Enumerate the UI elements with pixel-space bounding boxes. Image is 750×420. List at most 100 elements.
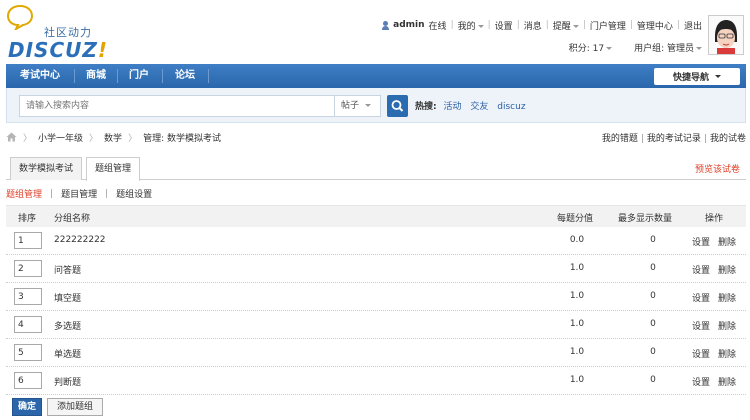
group-name: 222222222 bbox=[54, 235, 106, 245]
chevron-down-icon bbox=[606, 47, 613, 50]
group-name: 问答题 bbox=[54, 266, 82, 276]
hot-search-link[interactable]: 交友 bbox=[470, 102, 488, 112]
divider bbox=[162, 69, 163, 83]
divider: | bbox=[676, 20, 680, 30]
my-papers-link[interactable]: 我的试卷 bbox=[710, 134, 746, 144]
portal-admin-link[interactable]: 门户管理 bbox=[590, 19, 626, 32]
subnav-question-management[interactable]: 题目管理 bbox=[61, 187, 97, 200]
nav-item-shop[interactable]: 商城 bbox=[76, 64, 116, 88]
group-name: 多选题 bbox=[54, 322, 82, 332]
my-exam-links: 我的错题 | 我的考试记录 | 我的试卷 bbox=[602, 131, 746, 144]
order-input[interactable] bbox=[14, 260, 42, 277]
divider: | bbox=[703, 134, 707, 144]
chevron-down-icon bbox=[715, 75, 721, 78]
my-wrong-questions-link[interactable]: 我的错题 bbox=[602, 134, 638, 144]
subnav-group-settings[interactable]: 题组设置 bbox=[116, 187, 152, 200]
main-nav: 考试中心 商城 门户 论坛 快捷导航 bbox=[6, 64, 746, 88]
search-type-select[interactable]: 帖子 bbox=[335, 95, 381, 117]
max-display-count: 0 bbox=[650, 291, 656, 301]
divider: | bbox=[640, 134, 644, 144]
settings-link[interactable]: 设置 bbox=[692, 291, 710, 304]
tab-math-mock-exam[interactable]: 数学模拟考试 bbox=[10, 157, 83, 180]
score-per-question: 1.0 bbox=[569, 291, 585, 301]
table-row: 222222222 0.0 0 设置 删除 bbox=[6, 227, 746, 255]
settings-link[interactable]: 设置 bbox=[692, 235, 710, 248]
nav-item-portal[interactable]: 门户 bbox=[119, 64, 159, 88]
divider bbox=[117, 69, 118, 83]
column-header-score: 每题分值 bbox=[557, 214, 594, 224]
divider bbox=[208, 69, 209, 83]
search-input[interactable] bbox=[19, 95, 335, 117]
usergroup-menu[interactable]: 用户组: 管理员 bbox=[634, 41, 702, 54]
table-row: 填空题 1.0 0 设置 删除 bbox=[6, 283, 746, 311]
breadcrumb-subject[interactable]: 数学 bbox=[104, 131, 122, 144]
max-display-count: 0 bbox=[650, 375, 656, 385]
column-header-name: 分组名称 bbox=[54, 214, 91, 224]
logo-bubble-icon bbox=[6, 4, 34, 30]
reminders-menu[interactable]: 提醒 bbox=[553, 19, 579, 32]
table-row: 单选题 1.0 0 设置 删除 bbox=[6, 339, 746, 367]
score-per-question: 1.0 bbox=[569, 347, 585, 357]
score-per-question: 0.0 bbox=[569, 235, 585, 245]
delete-link[interactable]: 删除 bbox=[718, 263, 736, 276]
points-menu[interactable]: 积分: 17 bbox=[569, 41, 613, 54]
search-icon bbox=[391, 100, 404, 112]
settings-link[interactable]: 设置 bbox=[692, 347, 710, 360]
divider: | bbox=[450, 20, 454, 30]
settings-link[interactable]: 设置 bbox=[495, 19, 513, 32]
max-display-count: 0 bbox=[650, 263, 656, 273]
score-per-question: 1.0 bbox=[569, 319, 585, 329]
group-name: 单选题 bbox=[54, 350, 82, 360]
search-button[interactable] bbox=[387, 95, 408, 117]
hot-search-link[interactable]: 活动 bbox=[443, 102, 461, 112]
hot-search-link[interactable]: discuz bbox=[497, 102, 525, 112]
tab-group-management[interactable]: 题组管理 bbox=[86, 157, 141, 181]
breadcrumb-grade[interactable]: 小学一年级 bbox=[38, 131, 83, 144]
order-input[interactable] bbox=[14, 372, 42, 389]
messages-link[interactable]: 消息 bbox=[524, 19, 542, 32]
delete-link[interactable]: 删除 bbox=[718, 319, 736, 332]
my-exam-records-link[interactable]: 我的考试记录 bbox=[647, 134, 701, 144]
order-input[interactable] bbox=[14, 316, 42, 333]
settings-link[interactable]: 设置 bbox=[692, 263, 710, 276]
score-per-question: 1.0 bbox=[569, 375, 585, 385]
user-stats: 积分: 17 用户组: 管理员 bbox=[569, 41, 702, 54]
add-group-button[interactable]: 添加题组 bbox=[47, 398, 103, 416]
delete-link[interactable]: 删除 bbox=[718, 291, 736, 304]
max-display-count: 0 bbox=[650, 347, 656, 357]
divider: | bbox=[516, 20, 520, 30]
delete-link[interactable]: 删除 bbox=[718, 375, 736, 388]
home-icon[interactable] bbox=[6, 132, 17, 142]
hot-search-label: 热搜: bbox=[415, 102, 437, 112]
search-bar: 帖子 热搜: 活动 交友 discuz bbox=[6, 88, 746, 123]
max-display-count: 0 bbox=[650, 235, 656, 245]
order-input[interactable] bbox=[14, 344, 42, 361]
chevron-down-icon bbox=[365, 104, 372, 107]
username-link[interactable]: admin bbox=[393, 20, 424, 30]
site-logo[interactable]: 社区动力 DISCUZ! bbox=[6, 4, 116, 62]
quick-nav-button[interactable]: 快捷导航 bbox=[654, 68, 740, 85]
order-input[interactable] bbox=[14, 232, 42, 249]
settings-link[interactable]: 设置 bbox=[692, 319, 710, 332]
table-row: 判断题 1.0 0 设置 删除 bbox=[6, 367, 746, 395]
order-input[interactable] bbox=[14, 288, 42, 305]
my-menu[interactable]: 我的 bbox=[458, 19, 484, 32]
breadcrumb-current: 管理: 数学模拟考试 bbox=[143, 133, 221, 144]
admin-center-link[interactable]: 管理中心 bbox=[637, 19, 673, 32]
divider: | bbox=[545, 20, 549, 30]
hot-searches: 热搜: 活动 交友 discuz bbox=[415, 99, 532, 112]
breadcrumb: 〉 小学一年级 〉 数学 〉 管理: 数学模拟考试 bbox=[6, 130, 221, 144]
confirm-button[interactable]: 确定 bbox=[12, 398, 42, 416]
avatar[interactable] bbox=[708, 15, 744, 55]
preview-paper-link[interactable]: 预览该试卷 bbox=[695, 162, 740, 175]
delete-link[interactable]: 删除 bbox=[718, 235, 736, 248]
settings-link[interactable]: 设置 bbox=[692, 375, 710, 388]
logout-link[interactable]: 退出 bbox=[684, 19, 702, 32]
online-status[interactable]: 在线 bbox=[429, 19, 447, 32]
delete-link[interactable]: 删除 bbox=[718, 347, 736, 360]
top-user-links: admin 在线 | 我的 | 设置 | 消息 | 提醒 | 门户管理 | 管理… bbox=[381, 18, 702, 32]
nav-item-exam-center[interactable]: 考试中心 bbox=[10, 64, 70, 88]
subnav-group-management[interactable]: 题组管理 bbox=[6, 187, 42, 200]
chevron-down-icon bbox=[696, 47, 702, 50]
nav-item-forum[interactable]: 论坛 bbox=[165, 64, 205, 88]
